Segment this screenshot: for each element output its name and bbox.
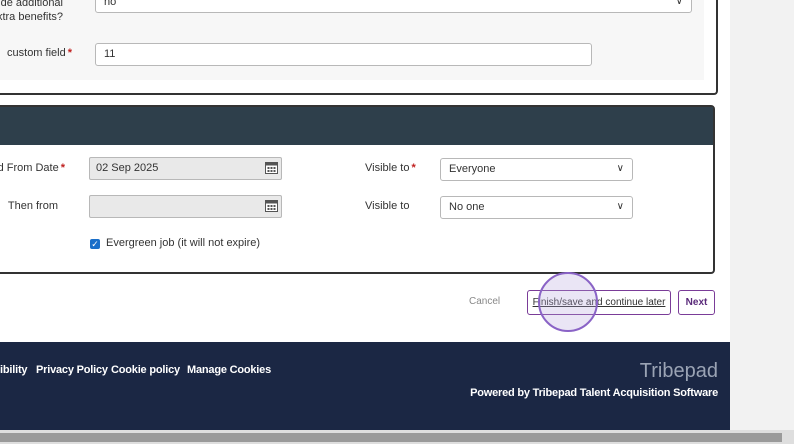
visible-to-label-2: Visible to — [365, 200, 410, 212]
chevron-down-icon: ∨ — [675, 0, 683, 7]
visible-to-select-1[interactable]: Everyone ∨ — [440, 158, 633, 181]
from-date-value: 02 Sep 2025 — [96, 162, 159, 174]
tribepad-logo: Tribepad — [639, 360, 718, 382]
benefits-label: de additional xtra benefits? — [0, 0, 63, 24]
chevron-down-icon: ∨ — [616, 201, 624, 212]
custom-field-label: custom field — [7, 47, 66, 59]
required-asterisk: * — [411, 162, 416, 174]
chevron-down-icon: ∨ — [616, 163, 624, 174]
cancel-button[interactable]: Cancel — [469, 296, 500, 307]
visible-to-value-1: Everyone — [449, 163, 496, 175]
benefits-card-body: de additional xtra benefits? no ∨ custom… — [0, 0, 704, 80]
footer-link-privacy[interactable]: Privacy Policy — [36, 364, 108, 376]
then-from-label: Then from — [7, 200, 58, 212]
custom-field-value: 11 — [104, 48, 116, 60]
from-date-label-wrap: d From Date * — [0, 161, 65, 175]
from-date-label: d From Date — [0, 162, 59, 174]
posting-card-header — [0, 107, 713, 145]
evergreen-checkbox[interactable]: ✓ — [90, 239, 100, 249]
visible-to-label-2-wrap: Visible to — [365, 199, 409, 213]
visible-to-label-1-wrap: Visible to * — [365, 161, 416, 175]
custom-field-label-wrap: custom field * — [0, 46, 72, 60]
benefits-label-line2: xtra benefits? — [0, 11, 63, 23]
calendar-icon[interactable] — [265, 199, 278, 212]
benefits-select-value: no — [104, 0, 117, 8]
evergreen-label: Evergreen job (it will not expire) — [106, 237, 261, 249]
powered-by-text: Powered by Tribepad Talent Acquisition S… — [470, 387, 718, 399]
then-from-input[interactable] — [89, 195, 282, 218]
horizontal-scrollbar[interactable] — [0, 430, 794, 444]
posting-card: d From Date * 02 Sep 2025 Then from ✓ Eve… — [0, 105, 715, 274]
benefits-label-line1: de additional — [0, 0, 63, 9]
footer-link-accessibility[interactable]: ibility — [0, 364, 28, 376]
click-indicator — [538, 272, 598, 332]
evergreen-label-wrap: Evergreen job (it will not expire) — [106, 236, 260, 250]
site-footer: ibility Privacy Policy Cookie policy Man… — [0, 342, 730, 430]
required-asterisk: * — [67, 47, 72, 59]
visible-to-select-2[interactable]: No one ∨ — [440, 196, 633, 219]
benefits-select[interactable]: no ∨ — [95, 0, 692, 13]
custom-field-input[interactable]: 11 — [95, 43, 592, 66]
visible-to-label-1: Visible to — [365, 162, 410, 174]
benefits-card: de additional xtra benefits? no ∨ custom… — [0, 0, 718, 95]
footer-link-manage-cookies[interactable]: Manage Cookies — [187, 364, 271, 376]
footer-link-cookie-policy[interactable]: Cookie policy — [111, 364, 180, 376]
calendar-icon[interactable] — [265, 161, 278, 174]
page-gutter — [730, 0, 794, 430]
scrollbar-thumb[interactable] — [0, 433, 782, 442]
then-from-label-wrap: Then from — [0, 199, 58, 213]
from-date-input[interactable]: 02 Sep 2025 — [89, 157, 282, 180]
visible-to-value-2: No one — [449, 201, 485, 213]
required-asterisk: * — [60, 162, 65, 174]
next-button[interactable]: Next — [678, 290, 715, 315]
